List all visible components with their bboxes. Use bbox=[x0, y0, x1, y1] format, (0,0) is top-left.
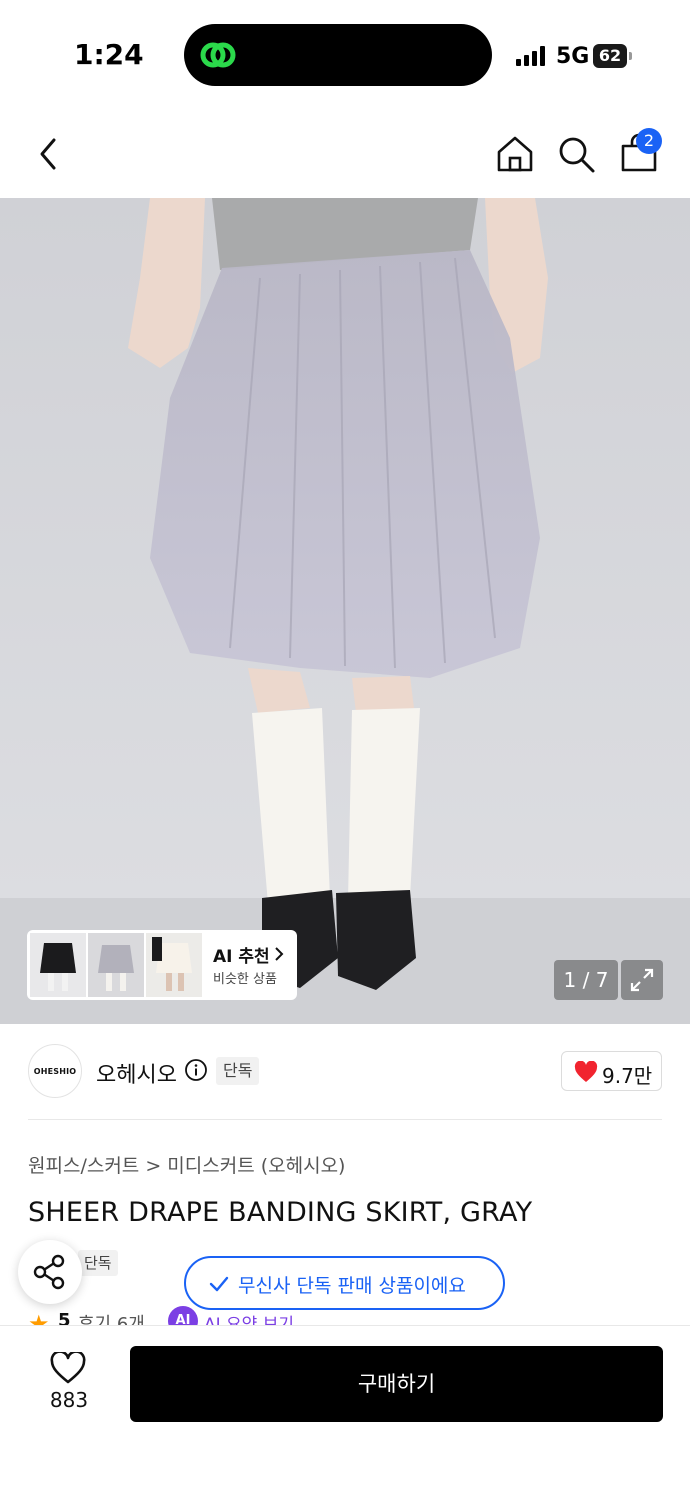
divider bbox=[28, 1119, 662, 1120]
status-time: 1:24 bbox=[74, 38, 144, 71]
battery-level: 62 bbox=[593, 44, 627, 68]
recommend-thumb[interactable] bbox=[30, 933, 86, 997]
category-breadcrumb[interactable]: 원피스/스커트 > 미디스커트 (오헤시오) bbox=[28, 1151, 345, 1178]
exclusive-tag: 단독 bbox=[216, 1057, 260, 1085]
back-chevron-icon[interactable] bbox=[26, 132, 70, 176]
battery-icon: 62 bbox=[593, 44, 633, 68]
share-icon bbox=[33, 1254, 65, 1290]
image-counter: 1 / 7 bbox=[554, 960, 618, 1000]
product-exclusive-tag: 단독 bbox=[78, 1250, 118, 1276]
brand-logo[interactable]: OHESHIO bbox=[28, 1044, 82, 1098]
exclusive-notice-pill: 무신사 단독 판매 상품이에요 bbox=[184, 1256, 505, 1310]
expand-icon bbox=[630, 968, 654, 992]
network-type: 5G bbox=[556, 44, 590, 69]
ai-recommend-subtitle: 비슷한 상품 bbox=[213, 972, 277, 987]
recommend-thumb[interactable] bbox=[88, 933, 144, 997]
brand-name[interactable]: 오헤시오 bbox=[96, 1057, 177, 1089]
dynamic-island bbox=[184, 24, 492, 86]
top-nav bbox=[0, 112, 690, 198]
status-bar: 1:24 5G 62 bbox=[0, 0, 690, 112]
star-icon: ★ bbox=[28, 1310, 50, 1326]
ai-recommend-card[interactable]: AI 추천 비슷한 상품 bbox=[27, 930, 297, 1000]
chat-link-icon bbox=[200, 42, 236, 68]
search-icon[interactable] bbox=[554, 132, 598, 176]
ai-badge-icon: AI bbox=[168, 1306, 198, 1326]
expand-button[interactable] bbox=[621, 960, 663, 1000]
signal-icon bbox=[516, 46, 545, 66]
info-icon[interactable] bbox=[184, 1058, 208, 1082]
wishlist-count: 883 bbox=[49, 1388, 89, 1412]
heart-filled-icon bbox=[574, 1061, 598, 1082]
buy-button[interactable]: 구매하기 bbox=[130, 1346, 663, 1422]
brand-like-button[interactable]: 9.7만 bbox=[561, 1051, 662, 1091]
home-icon[interactable] bbox=[493, 132, 537, 176]
skirt-photo bbox=[0, 198, 690, 1024]
wishlist-button[interactable]: 883 bbox=[38, 1348, 100, 1418]
recommend-thumb[interactable] bbox=[146, 933, 202, 997]
cart-count-badge: 2 bbox=[636, 128, 662, 154]
heart-outline-icon bbox=[50, 1352, 86, 1384]
exclusive-notice-text: 무신사 단독 판매 상품이에요 bbox=[238, 1275, 466, 1297]
product-image[interactable] bbox=[0, 198, 690, 1024]
check-icon bbox=[209, 1276, 229, 1292]
chevron-right-icon bbox=[275, 947, 284, 961]
review-link[interactable]: 후기 6개 bbox=[78, 1310, 145, 1326]
brand-like-count: 9.7만 bbox=[602, 1064, 653, 1088]
rating-score: 5 bbox=[58, 1310, 71, 1326]
bottom-action-bar: 883 구매하기 bbox=[0, 1325, 690, 1500]
ai-recommend-title: AI 추천 bbox=[213, 947, 270, 967]
ai-summary-link[interactable]: AI 요약 보기 bbox=[204, 1310, 294, 1326]
product-title: SHEER DRAPE BANDING SKIRT, GRAY bbox=[28, 1197, 533, 1228]
share-button[interactable] bbox=[18, 1240, 82, 1304]
